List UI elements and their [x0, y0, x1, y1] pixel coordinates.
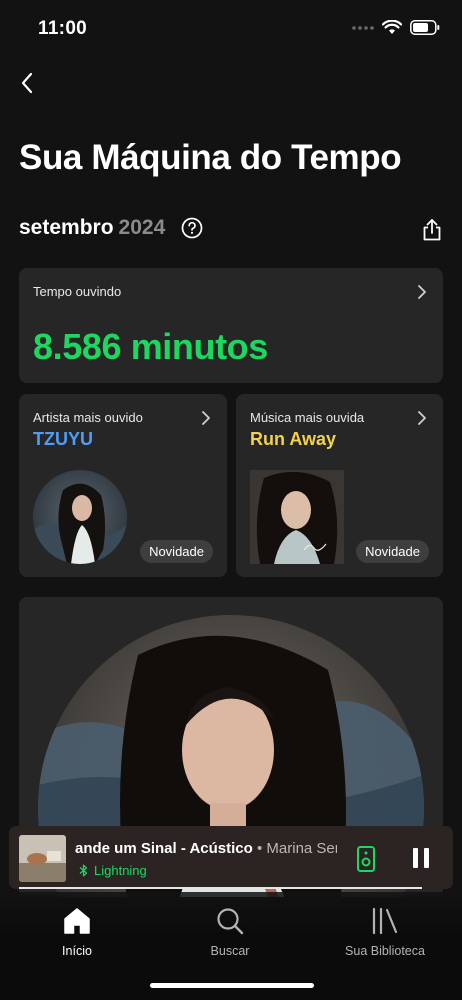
listening-time-label: Tempo ouvindo: [33, 284, 122, 299]
top-artist-name: TZUYU: [33, 429, 93, 449]
device-name: Lightning: [94, 863, 147, 878]
period-selector: setembro 2024: [19, 216, 203, 240]
bluetooth-icon: [79, 864, 88, 877]
nav-search[interactable]: Buscar: [200, 906, 260, 958]
top-song-card[interactable]: Música mais ouvida Run Away Novidade: [236, 394, 443, 577]
chevron-right-icon: [418, 285, 426, 299]
period-month: setembro: [19, 216, 114, 239]
nav-library[interactable]: Sua Biblioteca: [340, 906, 430, 958]
home-indicator: [150, 983, 314, 988]
listening-time-value: 8.586 minutos: [33, 326, 268, 367]
battery-icon: [410, 20, 440, 35]
back-chevron-icon: [21, 72, 33, 94]
nav-home[interactable]: Início: [52, 906, 102, 958]
artist-new-badge: Novidade: [140, 540, 213, 563]
mini-player[interactable]: ande um Sinal - Acústico • Marina Sena L…: [9, 826, 453, 889]
status-time: 11:00: [38, 18, 88, 39]
album-art: [250, 470, 344, 564]
top-artist-label: Artista mais ouvido: [33, 410, 143, 425]
nav-library-label: Sua Biblioteca: [345, 944, 425, 958]
now-playing-art: [19, 835, 66, 882]
top-artist-card[interactable]: Artista mais ouvido TZUYU Novidade: [19, 394, 227, 577]
status-icons: [352, 20, 440, 35]
chevron-right-icon: [418, 411, 426, 425]
nav-search-label: Buscar: [210, 944, 250, 958]
chevron-right-icon: [202, 411, 210, 425]
share-icon[interactable]: [420, 218, 444, 242]
wifi-icon: [382, 20, 402, 34]
back-button[interactable]: [12, 66, 42, 100]
page-title: Sua Máquina do Tempo: [19, 138, 402, 177]
track-separator: •: [252, 840, 267, 857]
now-playing-title[interactable]: ande um Sinal - Acústico • Marina Sena: [75, 840, 337, 857]
help-circle-icon[interactable]: [181, 217, 203, 239]
status-bar: 11:00: [0, 0, 462, 58]
listening-time-card[interactable]: Tempo ouvindo 8.586 minutos: [19, 268, 443, 383]
nav-home-label: Início: [62, 944, 92, 958]
track-name: ande um Sinal - Acústico: [75, 840, 253, 857]
song-new-badge: Novidade: [356, 540, 429, 563]
track-artist: Marina Sena: [266, 840, 337, 857]
artist-photo: [33, 470, 127, 564]
signal-icon: [352, 25, 374, 30]
speaker-icon[interactable]: [353, 845, 379, 873]
search-icon: [217, 908, 244, 935]
top-song-name: Run Away: [250, 429, 337, 449]
home-icon: [64, 908, 90, 934]
top-song-label: Música mais ouvida: [250, 410, 365, 425]
connected-device: Lightning: [79, 863, 147, 878]
playback-progress[interactable]: [19, 887, 422, 889]
library-icon: [372, 907, 398, 935]
period-year: 2024: [118, 216, 166, 239]
pause-icon[interactable]: [409, 845, 433, 871]
